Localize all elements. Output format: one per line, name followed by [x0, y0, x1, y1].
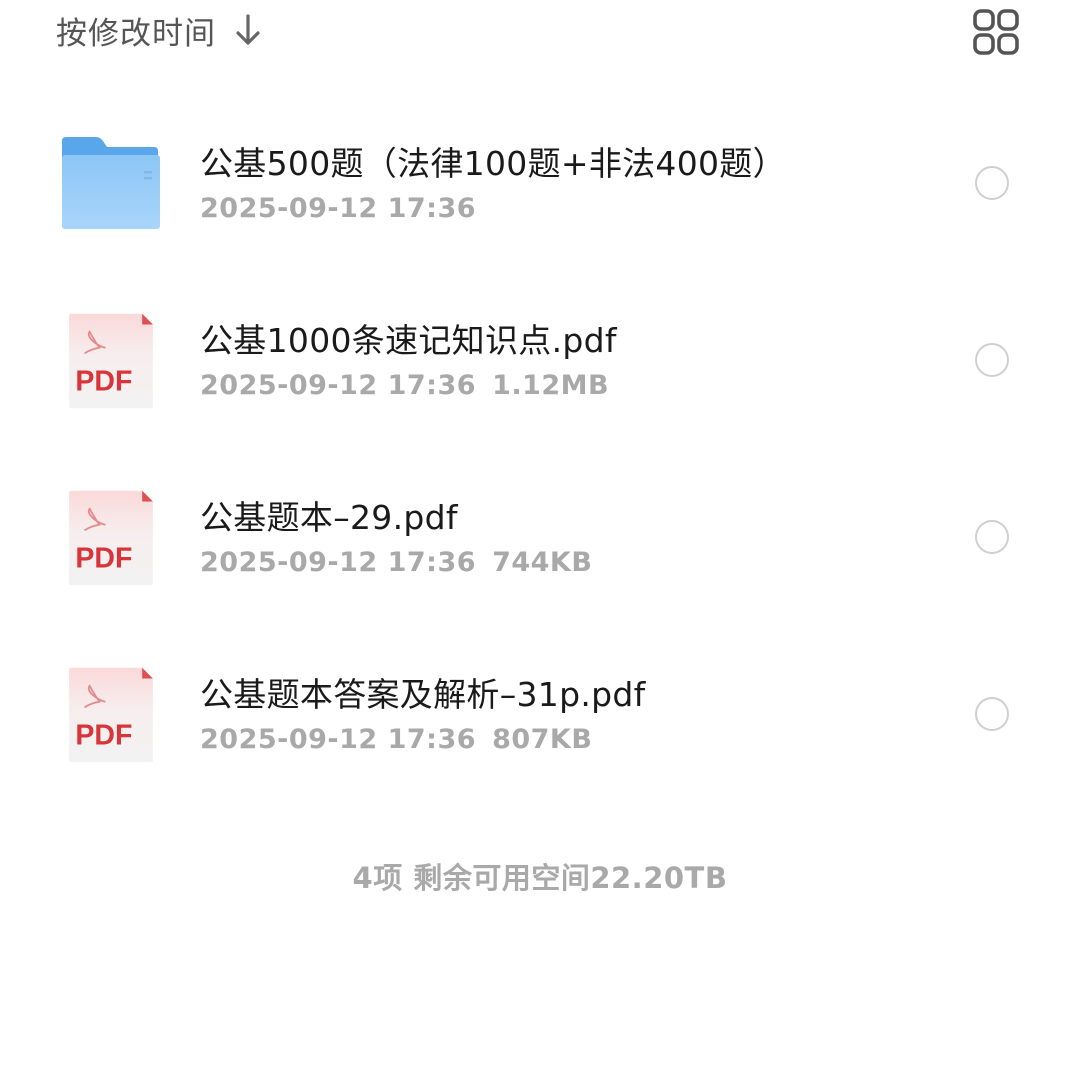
file-meta: 2025-09-12 17:36: [200, 193, 476, 224]
file-size: 807KB: [492, 724, 593, 755]
sort-label: 按修改时间: [56, 15, 216, 52]
file-meta: 2025-09-12 17:36 807KB: [200, 724, 592, 755]
select-radio-button[interactable]: [975, 697, 1009, 731]
sort-by-modified-button[interactable]: 按修改时间: [56, 6, 262, 54]
file-modified-date: 2025-09-12 17:36: [200, 547, 477, 578]
pdf-icon-label: PDF: [75, 719, 132, 751]
file-list: 公基500题（法律100题+非法400题） 2025-09-12 17:36 P…: [0, 95, 1080, 803]
select-radio-button[interactable]: [975, 343, 1009, 377]
pdf-icon-label: PDF: [75, 542, 132, 574]
file-size: 744KB: [492, 547, 593, 578]
file-name: 公基500题（法律100题+非法400题）: [200, 144, 786, 183]
file-size: 1.12MB: [492, 370, 610, 401]
file-row-pdf[interactable]: PDF 公基题本答案及解析–31p.pdf 2025-09-12 17:36 80…: [0, 626, 1080, 803]
pdf-file-icon: PDF: [69, 667, 153, 763]
file-name: 公基1000条速记知识点.pdf: [200, 321, 617, 360]
file-meta: 2025-09-12 17:36 1.12MB: [200, 370, 609, 401]
file-row-pdf[interactable]: PDF 公基题本–29.pdf 2025-09-12 17:36 744KB: [0, 449, 1080, 626]
folder-icon: [62, 137, 160, 229]
select-radio-button[interactable]: [975, 520, 1009, 554]
file-meta: 2025-09-12 17:36 744KB: [200, 547, 592, 578]
file-name: 公基题本答案及解析–31p.pdf: [200, 675, 646, 714]
file-modified-date: 2025-09-12 17:36: [200, 193, 477, 224]
pdf-file-icon: PDF: [69, 313, 153, 409]
storage-summary: 4项 剩余可用空间22.20TB: [352, 861, 728, 895]
toolbar: 按修改时间: [0, 0, 1080, 64]
file-name: 公基题本–29.pdf: [200, 498, 458, 537]
grid-view-icon[interactable]: [972, 8, 1020, 56]
select-radio-button[interactable]: [975, 166, 1009, 200]
file-browser-screen: 按修改时间 公基500题（法律100题+非法400题） 2025-09-12 1…: [0, 0, 1080, 1080]
pdf-file-icon: PDF: [69, 490, 153, 586]
file-row-folder[interactable]: 公基500题（法律100题+非法400题） 2025-09-12 17:36: [0, 95, 1080, 272]
arrow-down-icon: [236, 14, 260, 45]
file-modified-date: 2025-09-12 17:36: [200, 370, 477, 401]
file-modified-date: 2025-09-12 17:36: [200, 724, 477, 755]
pdf-icon-label: PDF: [75, 365, 132, 397]
file-row-pdf[interactable]: PDF 公基1000条速记知识点.pdf 2025-09-12 17:36 1.1…: [0, 272, 1080, 449]
